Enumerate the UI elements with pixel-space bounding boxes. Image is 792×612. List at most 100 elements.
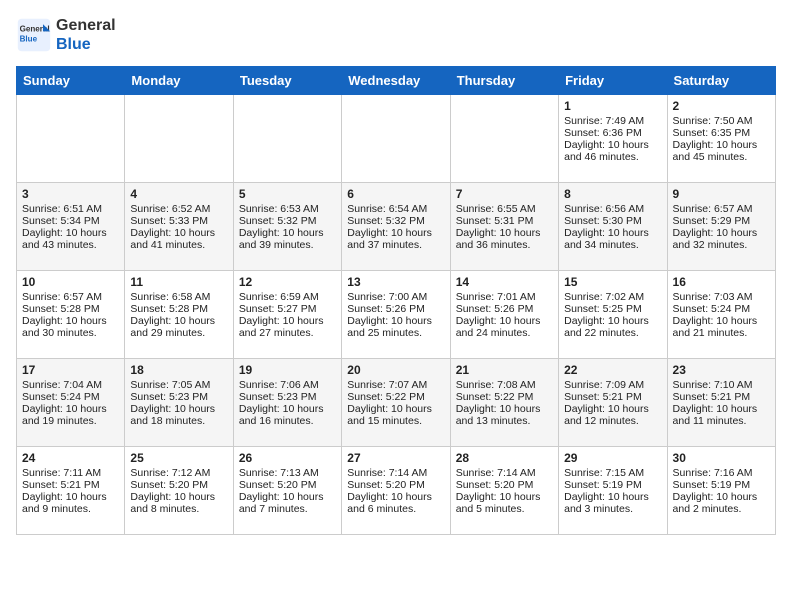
day-info: Sunrise: 7:00 AM [347,291,444,303]
day-number: 19 [239,363,336,377]
day-info: Sunset: 5:30 PM [564,215,661,227]
day-number: 18 [130,363,227,377]
day-info: Sunrise: 7:15 AM [564,467,661,479]
calendar-cell: 20Sunrise: 7:07 AMSunset: 5:22 PMDayligh… [342,359,450,447]
day-info: Sunset: 5:20 PM [239,479,336,491]
day-number: 14 [456,275,553,289]
day-info: Daylight: 10 hours and 19 minutes. [22,403,119,427]
day-info: Daylight: 10 hours and 30 minutes. [22,315,119,339]
calendar-cell: 6Sunrise: 6:54 AMSunset: 5:32 PMDaylight… [342,183,450,271]
day-info: Daylight: 10 hours and 37 minutes. [347,227,444,251]
day-number: 11 [130,275,227,289]
day-number: 26 [239,451,336,465]
day-info: Sunset: 5:19 PM [564,479,661,491]
day-info: Sunrise: 7:12 AM [130,467,227,479]
calendar-cell: 17 Sunrise: 7:04 AMSunset: 5:24 PMDayligh… [17,359,125,447]
day-info: Sunrise: 6:52 AM [130,203,227,215]
day-info: Daylight: 10 hours and 6 minutes. [347,491,444,515]
day-info: Daylight: 10 hours and 21 minutes. [673,315,770,339]
day-number: 25 [130,451,227,465]
day-number: 23 [673,363,770,377]
day-info: Sunset: 5:25 PM [564,303,661,315]
day-info: Daylight: 10 hours and 29 minutes. [130,315,227,339]
day-info: Sunset: 5:32 PM [239,215,336,227]
day-info: Daylight: 10 hours and 45 minutes. [673,139,770,163]
calendar-cell [17,95,125,183]
day-info: Daylight: 10 hours and 16 minutes. [239,403,336,427]
day-number: 27 [347,451,444,465]
day-number: 20 [347,363,444,377]
day-info: Daylight: 10 hours and 41 minutes. [130,227,227,251]
calendar-cell [125,95,233,183]
day-info: Daylight: 10 hours and 2 minutes. [673,491,770,515]
day-info: Daylight: 10 hours and 8 minutes. [130,491,227,515]
week-row-5: 24Sunrise: 7:11 AMSunset: 5:21 PMDayligh… [17,447,776,535]
calendar-cell: 16Sunrise: 7:03 AMSunset: 5:24 PMDayligh… [667,271,775,359]
week-row-1: 1Sunrise: 7:49 AMSunset: 6:36 PMDaylight… [17,95,776,183]
day-number: 9 [673,187,770,201]
calendar-cell: 15Sunrise: 7:02 AMSunset: 5:25 PMDayligh… [559,271,667,359]
calendar-cell: 12Sunrise: 6:59 AMSunset: 5:27 PMDayligh… [233,271,341,359]
day-info: Daylight: 10 hours and 32 minutes. [673,227,770,251]
day-info: Sunset: 5:20 PM [130,479,227,491]
day-number: 8 [564,187,661,201]
calendar-table: SundayMondayTuesdayWednesdayThursdayFrid… [16,66,776,535]
day-info: Sunrise: 7:14 AM [347,467,444,479]
day-info: Daylight: 10 hours and 34 minutes. [564,227,661,251]
day-number: 5 [239,187,336,201]
day-info: Sunset: 5:27 PM [239,303,336,315]
week-row-2: 3Sunrise: 6:51 AMSunset: 5:34 PMDaylight… [17,183,776,271]
day-info: Sunrise: 6:54 AM [347,203,444,215]
day-number: 7 [456,187,553,201]
day-info: Daylight: 10 hours and 25 minutes. [347,315,444,339]
day-info: Sunset: 5:21 PM [673,391,770,403]
day-info: Sunrise: 7:02 AM [564,291,661,303]
day-info: Daylight: 10 hours and 12 minutes. [564,403,661,427]
day-info: Sunset: 5:32 PM [347,215,444,227]
day-info: Sunset: 5:21 PM [564,391,661,403]
day-info: Sunset: 6:36 PM [564,127,661,139]
calendar-cell: 5Sunrise: 6:53 AMSunset: 5:32 PMDaylight… [233,183,341,271]
col-header-thursday: Thursday [450,67,558,95]
day-info: Daylight: 10 hours and 46 minutes. [564,139,661,163]
day-number: 17 [22,363,119,377]
day-info: Daylight: 10 hours and 11 minutes. [673,403,770,427]
calendar-cell: 26Sunrise: 7:13 AMSunset: 5:20 PMDayligh… [233,447,341,535]
calendar-cell: 28Sunrise: 7:14 AMSunset: 5:20 PMDayligh… [450,447,558,535]
day-info: Sunrise: 7:05 AM [130,379,227,391]
day-info: Sunrise: 7:01 AM [456,291,553,303]
calendar-cell [342,95,450,183]
svg-text:Blue: Blue [20,34,38,43]
day-number: 12 [239,275,336,289]
calendar-cell: 1Sunrise: 7:49 AMSunset: 6:36 PMDaylight… [559,95,667,183]
calendar-cell: 22Sunrise: 7:09 AMSunset: 5:21 PMDayligh… [559,359,667,447]
day-info: Sunset: 5:26 PM [347,303,444,315]
day-info: Sunrise: 6:57 AM [22,291,119,303]
calendar-cell: 27Sunrise: 7:14 AMSunset: 5:20 PMDayligh… [342,447,450,535]
day-info: Sunrise: 7:07 AM [347,379,444,391]
calendar-cell: 21Sunrise: 7:08 AMSunset: 5:22 PMDayligh… [450,359,558,447]
day-info: Sunrise: 7:04 AM [22,379,119,391]
day-info: Sunset: 5:22 PM [347,391,444,403]
day-info: Sunset: 5:19 PM [673,479,770,491]
calendar-cell: 19Sunrise: 7:06 AMSunset: 5:23 PMDayligh… [233,359,341,447]
day-info: Sunset: 5:22 PM [456,391,553,403]
day-info: Sunset: 5:23 PM [239,391,336,403]
day-info: Sunrise: 7:14 AM [456,467,553,479]
logo-text: GeneralBlue [56,16,116,54]
day-info: Sunset: 5:24 PM [22,391,119,403]
day-info: Sunrise: 6:55 AM [456,203,553,215]
day-info: Sunrise: 7:16 AM [673,467,770,479]
day-number: 30 [673,451,770,465]
calendar-cell: 4Sunrise: 6:52 AMSunset: 5:33 PMDaylight… [125,183,233,271]
header-row: SundayMondayTuesdayWednesdayThursdayFrid… [17,67,776,95]
calendar-cell: 13Sunrise: 7:00 AMSunset: 5:26 PMDayligh… [342,271,450,359]
day-number: 22 [564,363,661,377]
day-number: 28 [456,451,553,465]
calendar-cell: 7Sunrise: 6:55 AMSunset: 5:31 PMDaylight… [450,183,558,271]
day-info: Daylight: 10 hours and 9 minutes. [22,491,119,515]
day-info: Sunset: 5:33 PM [130,215,227,227]
day-info: Sunrise: 7:13 AM [239,467,336,479]
day-info: Sunrise: 6:56 AM [564,203,661,215]
col-header-saturday: Saturday [667,67,775,95]
